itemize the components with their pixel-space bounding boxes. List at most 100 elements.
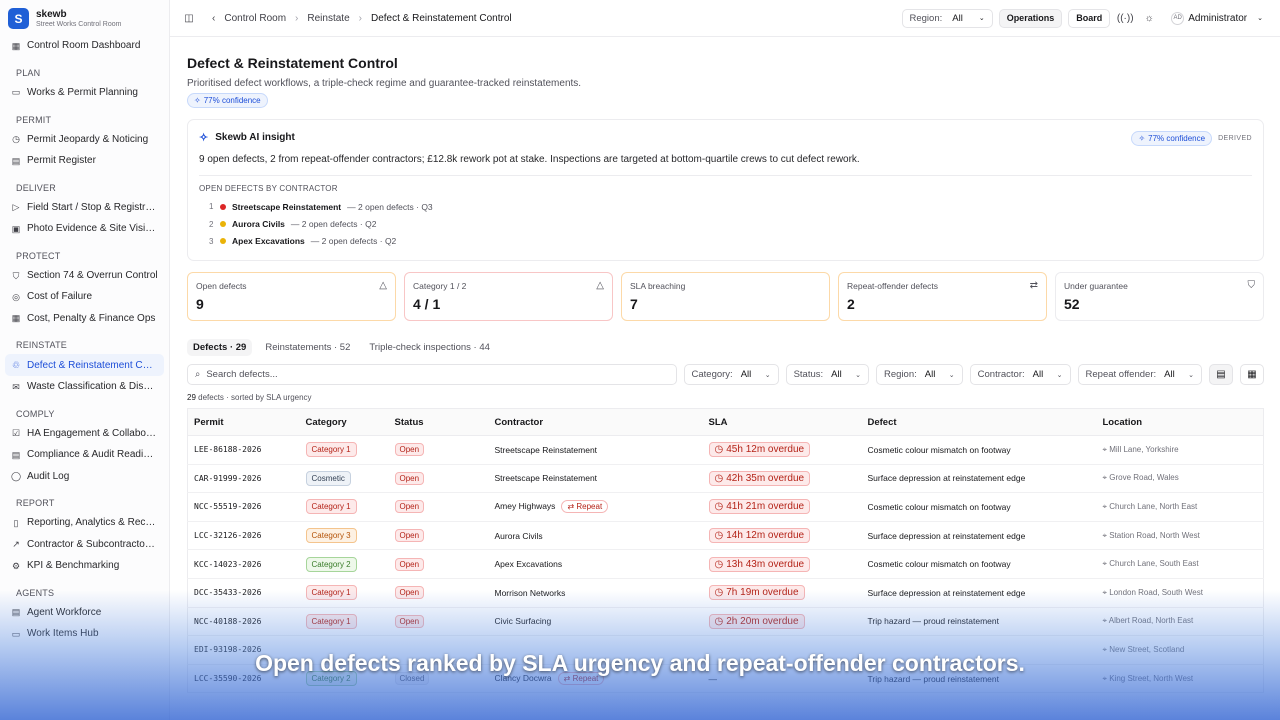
sidebar-item-contractor-subcontractor-p[interactable]: ↗ Contractor & Subcontractor P... — [5, 534, 164, 555]
permit-cell[interactable]: CAR-91999-2026 — [187, 464, 300, 494]
grid-view-icon[interactable]: ▦ — [1240, 364, 1264, 385]
sidebar-item-ha-engagement-collaborati[interactable]: ☑ HA Engagement & Collaborati... — [5, 423, 164, 444]
status-badge: Open — [394, 557, 425, 571]
clock-icon: ◷ — [714, 530, 724, 542]
sidebar-item-works-permit-planning[interactable]: ▭ Works & Permit Planning — [5, 82, 164, 103]
table-row[interactable]: NCC-40188-2026 Category 1 Open Civic Surfac… — [187, 607, 1264, 637]
sla-cell: ◷ 7h 19m overdue — [702, 578, 862, 608]
breadcrumb-item[interactable]: Control Room — [224, 13, 286, 24]
sidebar-item-compliance-audit-readiness[interactable]: ▤ Compliance & Audit Readiness — [5, 444, 164, 465]
filter-bar: ⌕ Search defects... Category: All ⌄ Status… — [187, 364, 1264, 385]
kpi-card-under-guarantee[interactable]: Under guarantee 52 ⛉ — [1055, 272, 1264, 321]
table-row[interactable]: LCC-32126-2026 Category 3 Open Aurora Civil… — [187, 521, 1264, 551]
clock-icon: ◷ — [714, 558, 724, 570]
column-header[interactable]: Defect — [861, 408, 1097, 436]
sidebar-item-field-start-stop-registrati[interactable]: ▷ Field Start / Stop & Registrati... — [5, 197, 164, 218]
board-button[interactable]: Board — [1068, 8, 1111, 28]
column-header[interactable]: Permit — [187, 408, 300, 436]
kpi-card-sla-breaching[interactable]: SLA breaching 7 — [621, 272, 830, 321]
sidebar-item-cost-penalty-finance-ops[interactable]: ▦ Cost, Penalty & Finance Ops — [5, 308, 164, 329]
sidebar-item-photo-evidence-site-visibility[interactable]: ▣ Photo Evidence & Site Visibility — [5, 218, 164, 239]
kpi-card-category-1-2[interactable]: Category 1 / 2 4 / 1 △ — [404, 272, 613, 321]
permit-cell[interactable]: LCC-32126-2026 — [187, 521, 300, 551]
region-filter[interactable]: Region: All ⌄ — [876, 364, 963, 385]
warning-icon: △ — [379, 280, 387, 291]
column-header[interactable]: Contractor — [488, 408, 703, 436]
contractor-cell: Aurora Civils — [488, 521, 703, 551]
contractor-name[interactable]: Morrison Networks — [495, 588, 566, 598]
permit-cell[interactable]: KCC-14023-2026 — [187, 549, 300, 579]
sidebar-item-agent-workforce[interactable]: ▤ Agent Workforce — [5, 602, 164, 623]
operations-button[interactable]: Operations — [998, 8, 1063, 28]
permit-cell[interactable]: LEE-86188-2026 — [187, 435, 300, 465]
sidebar-toggle-icon[interactable]: ◫ — [180, 9, 198, 27]
sidebar-item-waste-classification-dispos[interactable]: ✉ Waste Classification & Dispos... — [5, 376, 164, 397]
user-menu[interactable]: AD Administrator ⌄ — [1164, 9, 1270, 28]
sidebar-item-work-items-hub[interactable]: ▭ Work Items Hub — [5, 623, 164, 644]
contractor-name[interactable]: Civic Surfacing — [495, 616, 552, 626]
column-header[interactable]: Category — [299, 408, 389, 436]
ranking-contractor[interactable]: Streetscape Reinstatement — [232, 202, 341, 212]
sidebar-item-cost-of-failure[interactable]: ◎ Cost of Failure — [5, 286, 164, 307]
broadcast-icon[interactable]: ((·)) — [1116, 9, 1134, 27]
status-filter[interactable]: Status: All ⌄ — [785, 364, 870, 385]
repeat-offender-filter[interactable]: Repeat offender: All ⌄ — [1077, 364, 1202, 385]
contractor-name[interactable]: Streetscape Reinstatement — [495, 445, 598, 455]
contractor-name[interactable]: Aurora Civils — [495, 531, 543, 541]
category-cell: Category 1 — [299, 578, 389, 608]
category-badge: Category 1 — [305, 585, 357, 601]
table-row[interactable]: DCC-35433-2026 Category 1 Open Morrison Net… — [187, 578, 1264, 608]
contractor-filter[interactable]: Contractor: All ⌄ — [969, 364, 1071, 385]
category-filter[interactable]: Category: All ⌄ — [683, 364, 779, 385]
tab-reinstatements[interactable]: Reinstatements · 52 — [259, 339, 356, 356]
ranking-contractor[interactable]: Apex Excavations — [232, 236, 305, 246]
permit-cell[interactable]: NCC-55519-2026 — [187, 492, 300, 522]
topbar: ◫ ‹ Control Room › Reinstate › Defect & … — [170, 0, 1280, 37]
filter-value: All — [924, 369, 936, 380]
table-row[interactable]: KCC-14023-2026 Category 2 Open Apex Excavat… — [187, 549, 1264, 579]
region-select[interactable]: Region: All ⌄ — [901, 8, 993, 28]
table-view-icon[interactable]: ▤ — [1209, 364, 1233, 385]
column-header[interactable]: Location — [1096, 408, 1264, 436]
sidebar-item-defect-reinstatement-con[interactable]: ♲ Defect & Reinstatement Con... — [5, 354, 164, 376]
ranking-detail: — 2 open defects · Q2 — [290, 219, 377, 230]
brand[interactable]: S skewb Street Works Control Room — [0, 0, 169, 35]
table-row[interactable]: LEE-86188-2026 Category 1 Open Streetscape … — [187, 435, 1264, 465]
tab-triple-check[interactable]: Triple-check inspections · 44 — [363, 339, 496, 356]
sla-cell: ◷ 2h 20m overdue — [702, 607, 862, 637]
kpi-card-open-defects[interactable]: Open defects 9 △ — [187, 272, 396, 321]
sidebar-item-dashboard[interactable]: ▦ Control Room Dashboard — [5, 35, 164, 56]
region-select-label: Region: — [909, 12, 943, 24]
table-row[interactable]: NCC-55519-2026 Category 1 Open Amey Highway… — [187, 492, 1264, 522]
sidebar-item-label: Field Start / Stop & Registrati... — [27, 201, 158, 213]
sun-icon[interactable]: ☼ — [1140, 9, 1158, 27]
contractor-name[interactable]: Streetscape Reinstatement — [495, 473, 598, 483]
permit-cell[interactable]: DCC-35433-2026 — [187, 578, 300, 608]
contractor-name[interactable]: Amey Highways — [495, 501, 556, 511]
sidebar-item-audit-log[interactable]: ◯ Audit Log — [5, 465, 164, 486]
sidebar-item-kpi-benchmarking[interactable]: ⚙ KPI & Benchmarking — [5, 555, 164, 576]
kpi-value: 9 — [196, 296, 204, 312]
breadcrumb-item[interactable]: Reinstate — [307, 13, 349, 24]
defect-cell: Surface depression at reinstatement edge — [861, 521, 1097, 551]
search-input[interactable]: ⌕ Search defects... — [187, 364, 677, 385]
sidebar-item-permit-jeopardy-noticing[interactable]: ◷ Permit Jeopardy & Noticing — [5, 129, 164, 150]
location-cell: ⌖ Grove Road, Wales — [1096, 464, 1264, 494]
permit-cell[interactable]: NCC-40188-2026 — [187, 607, 300, 637]
filter-label: Contractor: — [977, 369, 1025, 380]
back-chevron-icon[interactable]: ‹ — [212, 13, 215, 24]
contractor-name[interactable]: Apex Excavations — [495, 559, 563, 569]
tab-defects[interactable]: Defects · 29 — [187, 339, 253, 356]
ranking-contractor[interactable]: Aurora Civils — [232, 219, 285, 229]
sidebar-item-permit-register[interactable]: ▤ Permit Register — [5, 150, 164, 171]
sla-badge: ◷ 42h 35m overdue — [708, 470, 811, 486]
defect-cell: Surface depression at reinstatement edge — [861, 464, 1097, 494]
sidebar-item-reporting-analytics-records[interactable]: ▯ Reporting, Analytics & Records — [5, 512, 164, 533]
sidebar-item-section-74-overrun-control[interactable]: ⛉ Section 74 & Overrun Control — [5, 265, 164, 286]
insight-title: Skewb AI insight — [215, 132, 295, 143]
kpi-value: 52 — [1064, 296, 1080, 312]
column-header[interactable]: Status — [388, 408, 489, 436]
column-header[interactable]: SLA — [702, 408, 862, 436]
kpi-card-repeat-offender-defects[interactable]: Repeat-offender defects 2 ⇄ — [838, 272, 1047, 321]
table-row[interactable]: CAR-91999-2026 Cosmetic Open Streetscape Re… — [187, 464, 1264, 494]
